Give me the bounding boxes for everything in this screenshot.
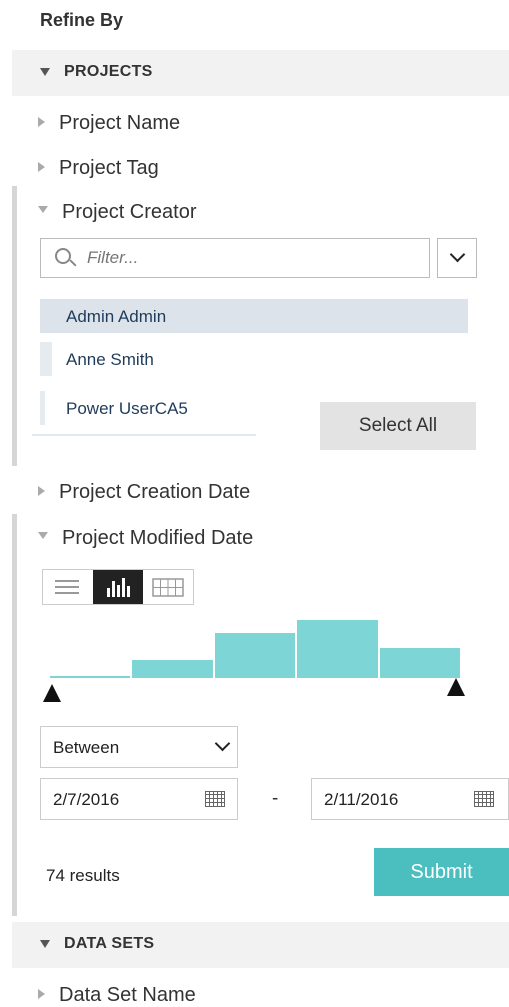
calendar-view-button[interactable] xyxy=(143,570,193,604)
histogram-bar[interactable] xyxy=(297,620,378,678)
search-icon xyxy=(55,248,71,264)
section-header-data-sets[interactable]: DATA SETS xyxy=(12,922,509,968)
calendar-icon[interactable] xyxy=(205,791,225,807)
results-count: 74 results xyxy=(46,866,120,885)
histogram-bar[interactable] xyxy=(379,648,460,678)
facet-project-modified-date[interactable]: Project Modified Date xyxy=(38,527,253,550)
option-label: Admin Admin xyxy=(66,307,167,326)
chevron-down-icon xyxy=(449,246,466,263)
list-view-button[interactable] xyxy=(43,570,93,604)
creator-filter-input[interactable] xyxy=(85,247,419,269)
facet-label: Project Creator xyxy=(62,201,197,223)
calendar-grid-icon xyxy=(152,578,184,597)
range-start-handle[interactable] xyxy=(43,684,61,702)
chevron-down-icon xyxy=(214,735,231,752)
facet-label: Project Creation Date xyxy=(59,481,251,503)
creator-option-power-userca5[interactable]: Power UserCA5 xyxy=(40,391,340,425)
collapse-triangle-icon xyxy=(40,940,50,948)
histogram-bar[interactable] xyxy=(214,633,296,678)
expand-arrow-icon xyxy=(38,161,45,172)
expand-arrow-icon xyxy=(38,116,45,127)
collapse-arrow-icon xyxy=(38,532,48,540)
date-histogram xyxy=(50,620,460,678)
section-label-projects: PROJECTS xyxy=(64,63,153,80)
option-label: Power UserCA5 xyxy=(66,399,188,418)
range-separator: - xyxy=(272,788,279,809)
list-icon xyxy=(55,580,79,594)
view-mode-toolbar xyxy=(42,569,194,605)
expand-arrow-icon xyxy=(38,485,45,496)
histogram-bar[interactable] xyxy=(50,676,131,678)
facet-project-name[interactable]: Project Name xyxy=(38,112,180,135)
expanded-indicator-bar xyxy=(12,186,17,466)
creator-filter-box xyxy=(40,238,430,278)
options-divider xyxy=(32,434,256,436)
histogram-icon xyxy=(107,578,130,597)
creator-option-admin-admin[interactable]: Admin Admin xyxy=(40,299,468,333)
option-indicator xyxy=(40,342,52,376)
from-date-value: 2/7/2016 xyxy=(53,790,120,809)
from-date-field[interactable]: 2/7/2016 xyxy=(40,778,238,820)
to-date-field[interactable]: 2/11/2016 xyxy=(311,778,509,820)
collapse-arrow-icon xyxy=(38,206,48,214)
facet-project-tag[interactable]: Project Tag xyxy=(38,157,159,180)
refine-by-title: Refine By xyxy=(40,10,124,30)
histogram-view-button[interactable] xyxy=(93,570,143,604)
expanded-indicator-bar xyxy=(12,514,17,916)
to-date-value: 2/11/2016 xyxy=(324,790,399,809)
select-value: Between xyxy=(53,738,120,757)
histogram-bar[interactable] xyxy=(132,660,213,678)
expand-arrow-icon xyxy=(38,988,45,999)
section-label-data-sets: DATA SETS xyxy=(64,935,155,952)
option-label: Anne Smith xyxy=(66,350,154,369)
filter-dropdown-button[interactable] xyxy=(437,238,477,278)
submit-button[interactable]: Submit xyxy=(374,848,509,896)
facet-data-set-name[interactable]: Data Set Name xyxy=(38,984,196,1007)
section-header-projects[interactable]: PROJECTS xyxy=(12,50,509,96)
facet-label: Project Tag xyxy=(59,157,159,179)
date-operator-select[interactable]: Between xyxy=(40,726,238,768)
facet-project-creator[interactable]: Project Creator xyxy=(38,201,197,224)
select-all-button[interactable]: Select All xyxy=(320,402,476,450)
facet-label: Project Modified Date xyxy=(62,527,254,549)
option-indicator xyxy=(40,391,45,425)
range-end-handle[interactable] xyxy=(447,678,465,696)
creator-option-anne-smith[interactable]: Anne Smith xyxy=(40,342,340,376)
collapse-triangle-icon xyxy=(40,68,50,76)
calendar-icon[interactable] xyxy=(474,791,494,807)
facet-label: Project Name xyxy=(59,112,181,134)
facet-project-creation-date[interactable]: Project Creation Date xyxy=(38,481,250,504)
